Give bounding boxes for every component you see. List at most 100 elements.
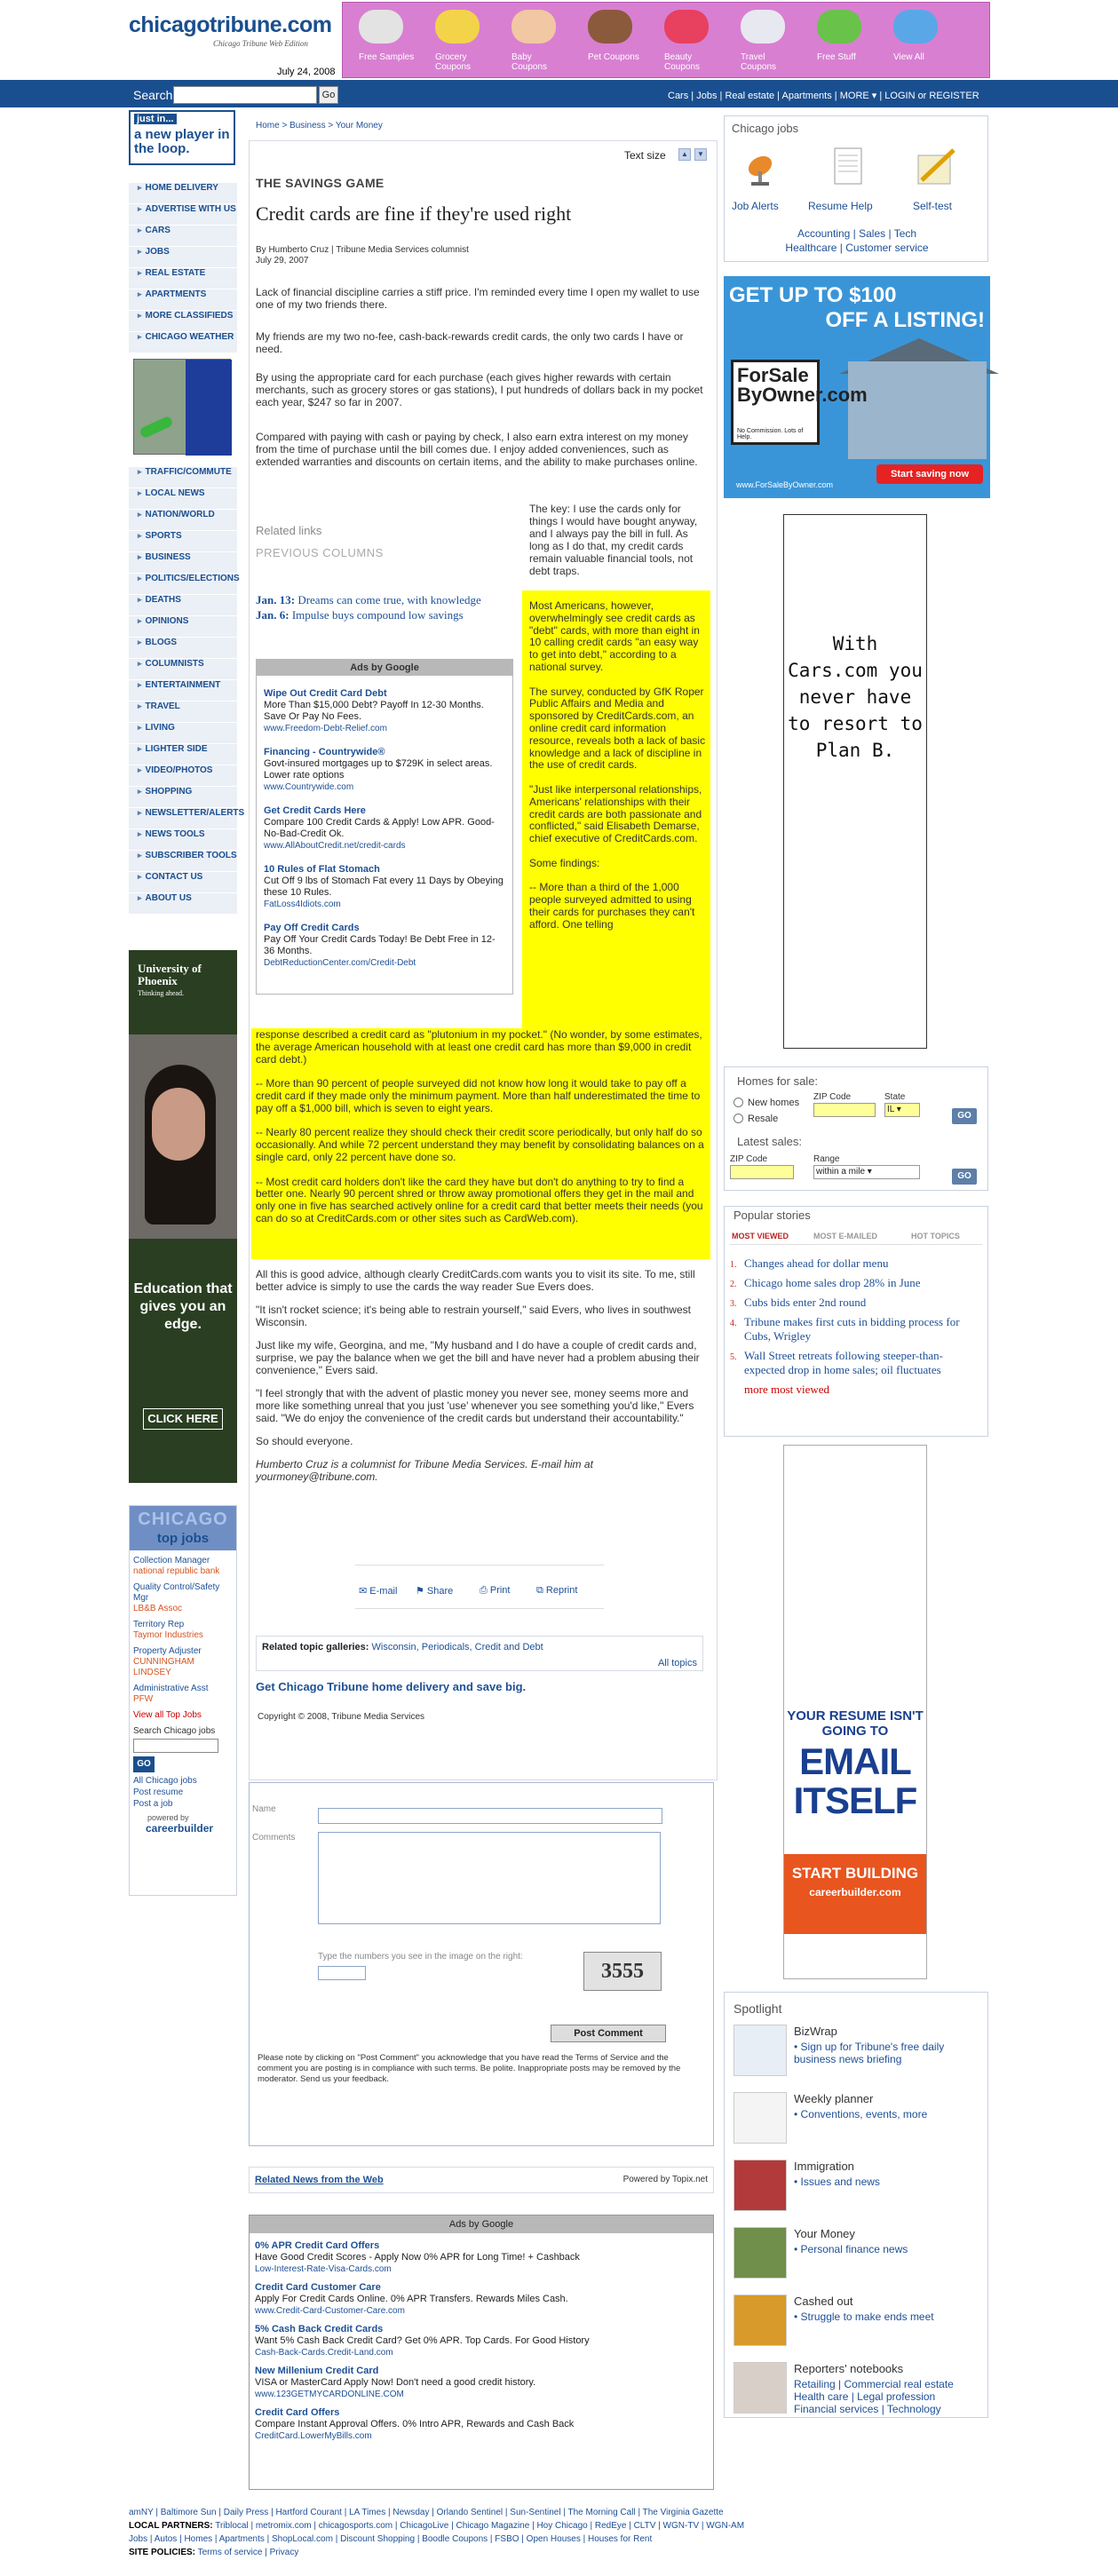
spotlight-desc[interactable]: • Struggle to make ends meet (794, 2310, 980, 2323)
ad-item[interactable]: 5% Cash Back Credit Cards Want 5% Cash Ba… (255, 2324, 708, 2358)
coupon-7[interactable]: Free Stuff (806, 6, 876, 75)
spotlight-thumbnail[interactable] (733, 2160, 787, 2211)
popular-story-link[interactable]: Changes ahead for dollar menu (744, 1256, 888, 1270)
job-alerts-link[interactable]: Job Alerts (732, 200, 779, 212)
spotlight-desc[interactable]: • Conventions, events, more (794, 2108, 980, 2120)
left-nav-item[interactable]: Entertainment (129, 680, 237, 701)
state-select[interactable]: IL ▾ (884, 1103, 920, 1117)
post-comment-button[interactable]: Post Comment (551, 2025, 666, 2042)
coupon-5[interactable]: Beauty Coupons (654, 6, 723, 75)
ad-item[interactable]: New Millenium Credit Card VISA or MasterC… (255, 2366, 708, 2400)
popular-story[interactable]: 2. Chicago home sales drop 28% in June (730, 1276, 983, 1290)
spotlight-desc[interactable]: • Personal finance news (794, 2243, 980, 2255)
spotlight-desc[interactable]: • Issues and news (794, 2176, 980, 2188)
name-input[interactable] (318, 1808, 662, 1824)
popular-story-link[interactable]: Chicago home sales drop 28% in June (744, 1276, 921, 1289)
text-size-down-button[interactable]: ▼ (694, 148, 707, 161)
spotlight-item[interactable]: Reporters' notebooks Retailing | Commerci… (733, 2362, 982, 2426)
tab-hot-topics[interactable]: Hot Topics (911, 1232, 960, 1240)
left-nav-item[interactable]: Advertise With Us (129, 204, 237, 226)
ad-title[interactable]: Credit Card Offers (255, 2407, 708, 2419)
left-nav-item[interactable]: Nation/World (129, 510, 237, 531)
email-link[interactable]: ✉ E-mail (359, 1585, 397, 1597)
share-link[interactable]: ⚑ Share (416, 1585, 453, 1597)
resale-radio[interactable] (733, 1114, 743, 1123)
popular-story[interactable]: 5. Wall Street retreats following steeper… (730, 1349, 983, 1377)
cars-com-ad[interactable]: With Cars.com you never have to resort t… (783, 514, 927, 1049)
spotlight-title[interactable]: BizWrap (794, 2025, 837, 2038)
top-link-1[interactable]: Cars (668, 91, 688, 101)
prev-link-2[interactable]: Impulse buys compound low savings (292, 608, 464, 622)
fsbo-start-saving-button[interactable]: Start saving now (876, 464, 983, 484)
left-nav-item[interactable]: Travel (129, 701, 237, 723)
left-nav-item[interactable]: Sports (129, 531, 237, 552)
resume-ad-cta[interactable]: START BUILDING careerbuilder.com (784, 1854, 926, 1934)
university-of-phoenix-ad[interactable]: University of Phoenix Thinking ahead. Edu… (129, 950, 237, 1483)
left-nav-item[interactable]: Jobs (129, 247, 237, 268)
pencil-paper-icon[interactable] (909, 147, 963, 189)
footer-classifieds[interactable]: Jobs | Autos | Homes | Apartments | Shop… (129, 2532, 981, 2546)
top-link-4[interactable]: Apartments (781, 91, 831, 101)
left-nav-item[interactable]: Columnists (129, 659, 237, 680)
left-nav-item[interactable]: Shopping (129, 787, 237, 808)
left-nav-item[interactable]: Politics/Elections (129, 574, 240, 595)
spotlight-item[interactable]: Immigration • Issues and news (733, 2160, 982, 2223)
left-nav-item[interactable]: Apartments (129, 289, 237, 311)
left-nav-item[interactable]: Living (129, 723, 237, 744)
top-job-item[interactable]: Territory Rep Taymor Industries (133, 1620, 233, 1641)
top-link-3[interactable]: Real estate (725, 91, 774, 101)
left-nav-item[interactable]: Video/Photos (129, 765, 237, 787)
left-nav-item[interactable]: Lighter Side (129, 744, 237, 765)
ad-item[interactable]: Financing - Countrywide® Govt-insured mor… (264, 747, 505, 793)
site-logo[interactable]: chicagotribune.com (129, 12, 332, 38)
top-job-item[interactable]: Administrative Asst PFW (133, 1684, 233, 1705)
more-most-viewed-link[interactable]: more most viewed (730, 1383, 983, 1397)
left-nav-item[interactable]: Local News (129, 488, 237, 510)
top-jobs-link[interactable]: Post resume (133, 1787, 233, 1798)
popular-story-link[interactable]: Cubs bids enter 2nd round (744, 1296, 866, 1309)
popular-story[interactable]: 4. Tribune makes first cuts in bidding pr… (730, 1315, 983, 1343)
breadcrumb[interactable]: Home > Business > Your Money (256, 121, 383, 131)
top-jobs-link[interactable]: Post a job (133, 1799, 233, 1810)
spotlight-thumbnail[interactable] (733, 2227, 787, 2279)
spotlight-item[interactable]: Your Money • Personal finance news (733, 2227, 982, 2291)
view-all-top-jobs-link[interactable]: View all Top Jobs (133, 1710, 233, 1721)
careerbuilder-resume-ad[interactable]: YOUR RESUME ISN'T GOING TO EMAIL ITSELF … (783, 1445, 927, 1979)
zip-input-2[interactable] (730, 1165, 794, 1179)
prev-link-1[interactable]: Dreams can come true, with knowledge (297, 593, 480, 606)
ad-item[interactable]: 0% APR Credit Card Offers Have Good Credi… (255, 2240, 708, 2275)
coupon-4[interactable]: Pet Coupons (577, 6, 646, 75)
popular-story-link[interactable]: Tribune makes first cuts in bidding proc… (744, 1315, 960, 1343)
ad-item[interactable]: Pay Off Credit Cards Pay Off Your Credit … (264, 923, 505, 969)
spotlight-title[interactable]: Cashed out (794, 2295, 853, 2308)
spotlight-desc[interactable]: Retailing | Commercial real estate Healt… (794, 2378, 980, 2415)
coupon-6[interactable]: Travel Coupons (730, 6, 799, 75)
left-nav-item[interactable]: Opinions (129, 616, 237, 638)
weather-map[interactable] (133, 359, 232, 456)
top-link-6[interactable]: LOGIN or REGISTER (884, 91, 979, 101)
document-icon[interactable] (822, 147, 876, 189)
ad-title[interactable]: New Millenium Credit Card (255, 2366, 708, 2377)
left-nav-item[interactable]: Newsletter/Alerts (129, 808, 244, 829)
careerbuilder-logo[interactable]: careerbuilder (146, 1822, 233, 1835)
left-nav-item[interactable]: More Classifieds (129, 311, 237, 332)
left-nav-item[interactable]: Deaths (129, 595, 237, 616)
ad-item[interactable]: Get Credit Cards Here Compare 100 Credit … (264, 805, 505, 852)
galleries-links[interactable]: Wisconsin, Periodicals, Credit and Debt (372, 1642, 543, 1653)
top-link-2[interactable]: Jobs (696, 91, 717, 101)
top-link-5[interactable]: MORE ▾ (840, 91, 877, 101)
ad-item[interactable]: Credit Card Customer Care Apply For Credi… (255, 2282, 708, 2317)
coupon-3[interactable]: Baby Coupons (501, 6, 570, 75)
top-job-item[interactable]: Collection Manager national republic bank (133, 1556, 233, 1577)
ad-title[interactable]: Credit Card Customer Care (255, 2282, 708, 2294)
coupon-8[interactable]: View All (883, 6, 952, 75)
coupon-2[interactable]: Grocery Coupons (424, 6, 494, 75)
left-nav-item[interactable]: About Us (129, 893, 237, 915)
left-nav-item[interactable]: Chicago Weather (129, 332, 237, 353)
tab-most-viewed[interactable]: Most Viewed (732, 1232, 789, 1240)
popular-story-link[interactable]: Wall Street retreats following steeper-t… (744, 1349, 943, 1376)
ad-title[interactable]: 10 Rules of Flat Stomach (264, 864, 505, 876)
new-homes-radio[interactable] (733, 1098, 743, 1107)
comments-textarea[interactable] (318, 1832, 661, 1924)
homes-go-button[interactable]: GO (952, 1108, 977, 1124)
